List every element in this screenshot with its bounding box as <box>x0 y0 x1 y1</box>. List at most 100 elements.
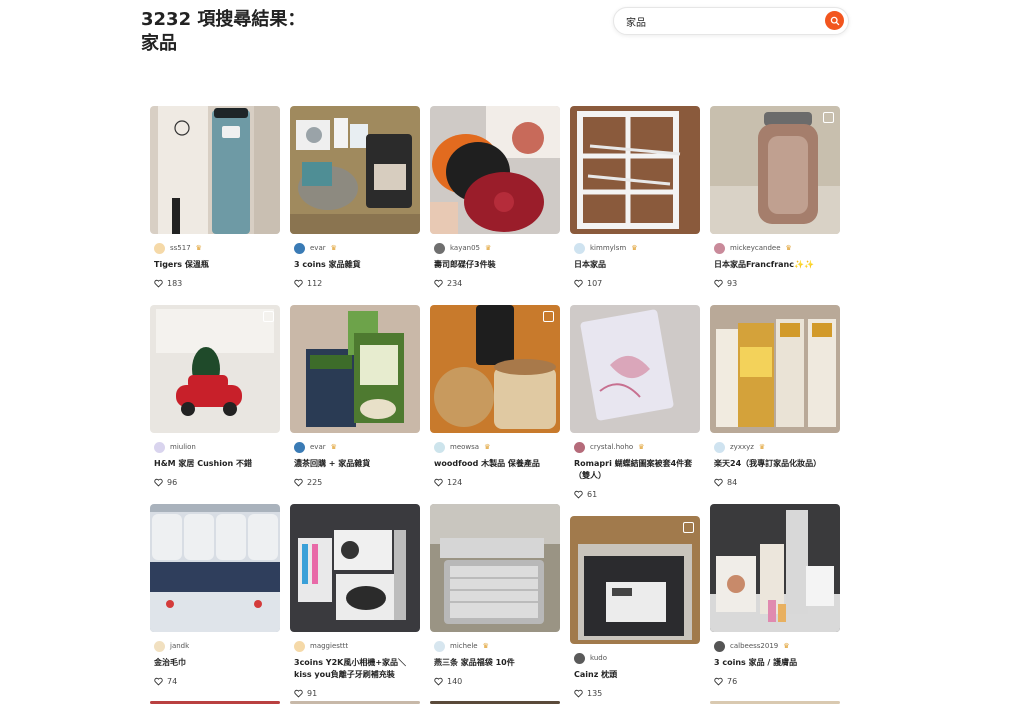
avatar[interactable] <box>154 640 165 652</box>
post-title[interactable]: Romapri 蝴蝶結圖案被套4件套（雙人） <box>574 458 698 482</box>
like-count: 76 <box>727 676 738 686</box>
post-thumbnail[interactable] <box>290 504 420 632</box>
avatar[interactable] <box>294 441 305 453</box>
post-title[interactable]: woodfood 木製品 保養產品 <box>434 458 558 470</box>
post-thumbnail[interactable] <box>290 305 420 433</box>
heart-icon[interactable] <box>714 478 723 487</box>
crown-icon: ♛ <box>195 244 202 252</box>
username[interactable]: meowsa <box>450 443 479 451</box>
post-title[interactable]: 金治毛巾 <box>154 657 278 669</box>
avatar[interactable] <box>434 441 445 453</box>
results-grid: ss517 ♛ Tigers 保溫瓶 183 evar ♛ 3 coins 家品… <box>0 0 1024 704</box>
heart-icon[interactable] <box>434 279 443 288</box>
post-thumbnail[interactable] <box>710 504 840 632</box>
username[interactable]: ss517 <box>170 244 191 252</box>
like-count: 135 <box>587 688 603 698</box>
post-title[interactable]: 壽司郎碟仔3件裝 <box>434 259 558 271</box>
avatar[interactable] <box>574 652 585 664</box>
post-thumbnail[interactable] <box>710 305 840 433</box>
heart-icon[interactable] <box>154 478 163 487</box>
heart-icon[interactable] <box>434 478 443 487</box>
username[interactable]: jandk <box>170 642 189 650</box>
avatar[interactable] <box>574 441 585 453</box>
username[interactable]: miulion <box>170 443 196 451</box>
post-thumbnail[interactable] <box>570 305 700 433</box>
username[interactable]: kimmylsm <box>590 244 626 252</box>
avatar[interactable] <box>154 242 165 254</box>
like-count: 61 <box>587 489 598 499</box>
username[interactable]: zyxxyz <box>730 443 754 451</box>
like-count: 84 <box>727 477 738 487</box>
post-title[interactable]: 濃茶回購 + 家品雜貨 <box>294 458 418 470</box>
avatar[interactable] <box>574 242 585 254</box>
multi-image-icon <box>823 112 834 123</box>
post-title[interactable]: 日本家品 <box>574 259 698 271</box>
avatar[interactable] <box>434 640 445 652</box>
crown-icon: ♛ <box>484 443 491 451</box>
post-thumbnail[interactable] <box>430 305 560 433</box>
like-count: 140 <box>447 676 463 686</box>
post-thumbnail[interactable] <box>570 106 700 234</box>
post-thumbnail[interactable] <box>150 305 280 433</box>
multi-image-icon <box>543 311 554 322</box>
crown-icon: ♛ <box>758 443 766 451</box>
post-title[interactable]: 楽天24（我專訂家品化妝品） <box>714 458 838 470</box>
username[interactable]: kayan05 <box>450 244 480 252</box>
like-count: 96 <box>167 477 178 487</box>
heart-icon[interactable] <box>434 677 443 686</box>
username[interactable]: evar <box>310 244 326 252</box>
heart-icon[interactable] <box>294 478 303 487</box>
post-thumbnail[interactable] <box>290 106 420 234</box>
like-count: 112 <box>307 278 323 288</box>
heart-icon[interactable] <box>154 279 163 288</box>
crown-icon: ♛ <box>485 244 492 252</box>
avatar[interactable] <box>714 640 725 652</box>
heart-icon[interactable] <box>714 677 723 686</box>
post-title[interactable]: Cainz 枕頭 <box>574 669 698 681</box>
avatar[interactable] <box>434 242 445 254</box>
heart-icon[interactable] <box>714 279 723 288</box>
post-thumbnail[interactable] <box>710 106 840 234</box>
username[interactable]: kudo <box>590 654 607 662</box>
heart-icon[interactable] <box>294 279 303 288</box>
username[interactable]: michele <box>450 642 478 650</box>
avatar[interactable] <box>294 640 305 652</box>
crown-icon: ♛ <box>482 642 489 650</box>
avatar[interactable] <box>714 242 725 254</box>
post-title[interactable]: 燕三条 家品福袋 10件 <box>434 657 558 669</box>
heart-icon[interactable] <box>574 689 583 698</box>
post-title[interactable]: Tigers 保溫瓶 <box>154 259 278 271</box>
post-thumbnail[interactable] <box>150 106 280 234</box>
like-count: 124 <box>447 477 463 487</box>
post-thumbnail[interactable] <box>430 504 560 632</box>
avatar[interactable] <box>154 441 165 453</box>
heart-icon[interactable] <box>574 279 583 288</box>
username[interactable]: mickeycandee <box>730 244 781 252</box>
like-count: 225 <box>307 477 323 487</box>
post-thumbnail[interactable] <box>430 106 560 234</box>
crown-icon: ♛ <box>631 244 638 252</box>
avatar[interactable] <box>294 242 305 254</box>
like-count: 93 <box>727 278 738 288</box>
post-title[interactable]: 3coins Y2K風小相機+家品＼kiss you負離子牙刷補充裝 <box>294 657 418 681</box>
like-count: 183 <box>167 278 183 288</box>
crown-icon: ♛ <box>330 443 337 451</box>
crown-icon: ♛ <box>785 244 792 252</box>
avatar[interactable] <box>714 441 725 453</box>
post-thumbnail[interactable] <box>570 516 700 644</box>
username[interactable]: evar <box>310 443 326 451</box>
heart-icon[interactable] <box>154 677 163 686</box>
multi-image-icon <box>263 311 274 322</box>
crown-icon: ♛ <box>638 443 645 451</box>
heart-icon[interactable] <box>574 490 583 499</box>
post-title[interactable]: H&M 家居 Cushion 不錯 <box>154 458 278 470</box>
post-title[interactable]: 日本家品Francfranc✨✨ <box>714 259 838 271</box>
username[interactable]: crystal.hoho <box>590 443 633 451</box>
post-title[interactable]: 3 coins 家品雜貨 <box>294 259 418 271</box>
post-title[interactable]: 3 coins 家品 / 護膚品 <box>714 657 838 669</box>
heart-icon[interactable] <box>294 689 303 698</box>
post-thumbnail[interactable] <box>150 504 280 632</box>
username[interactable]: maggiesttt <box>310 642 348 650</box>
username[interactable]: calbeess2019 <box>730 642 778 650</box>
like-count: 91 <box>307 688 318 698</box>
